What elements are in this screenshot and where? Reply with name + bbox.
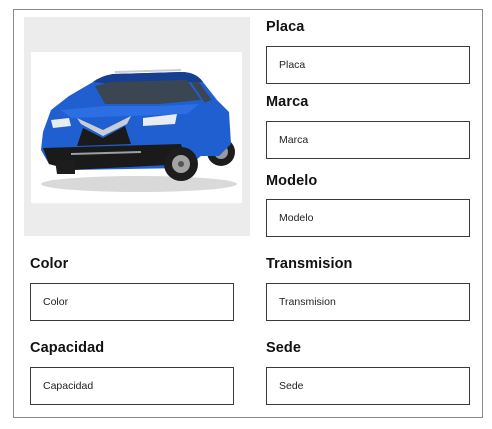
marca-label: Marca: [266, 94, 309, 110]
modelo-label: Modelo: [266, 173, 318, 189]
modelo-input[interactable]: Modelo: [266, 199, 470, 237]
placa-input[interactable]: Placa: [266, 46, 470, 84]
transmision-input[interactable]: Transmision: [266, 283, 470, 321]
transmision-label: Transmision: [266, 256, 353, 272]
vehicle-photo: [31, 52, 242, 203]
marca-input[interactable]: Marca: [266, 121, 470, 159]
capacidad-label: Capacidad: [30, 340, 105, 356]
placa-label: Placa: [266, 19, 305, 35]
sede-input[interactable]: Sede: [266, 367, 470, 405]
capacidad-input[interactable]: Capacidad: [30, 367, 234, 405]
vehicle-photo-panel: [24, 17, 250, 236]
sede-label: Sede: [266, 340, 302, 356]
color-label: Color: [30, 256, 69, 272]
vehicle-form-card: Placa Placa Marca Marca Modelo Modelo Tr…: [13, 9, 483, 418]
color-input[interactable]: Color: [30, 283, 234, 321]
